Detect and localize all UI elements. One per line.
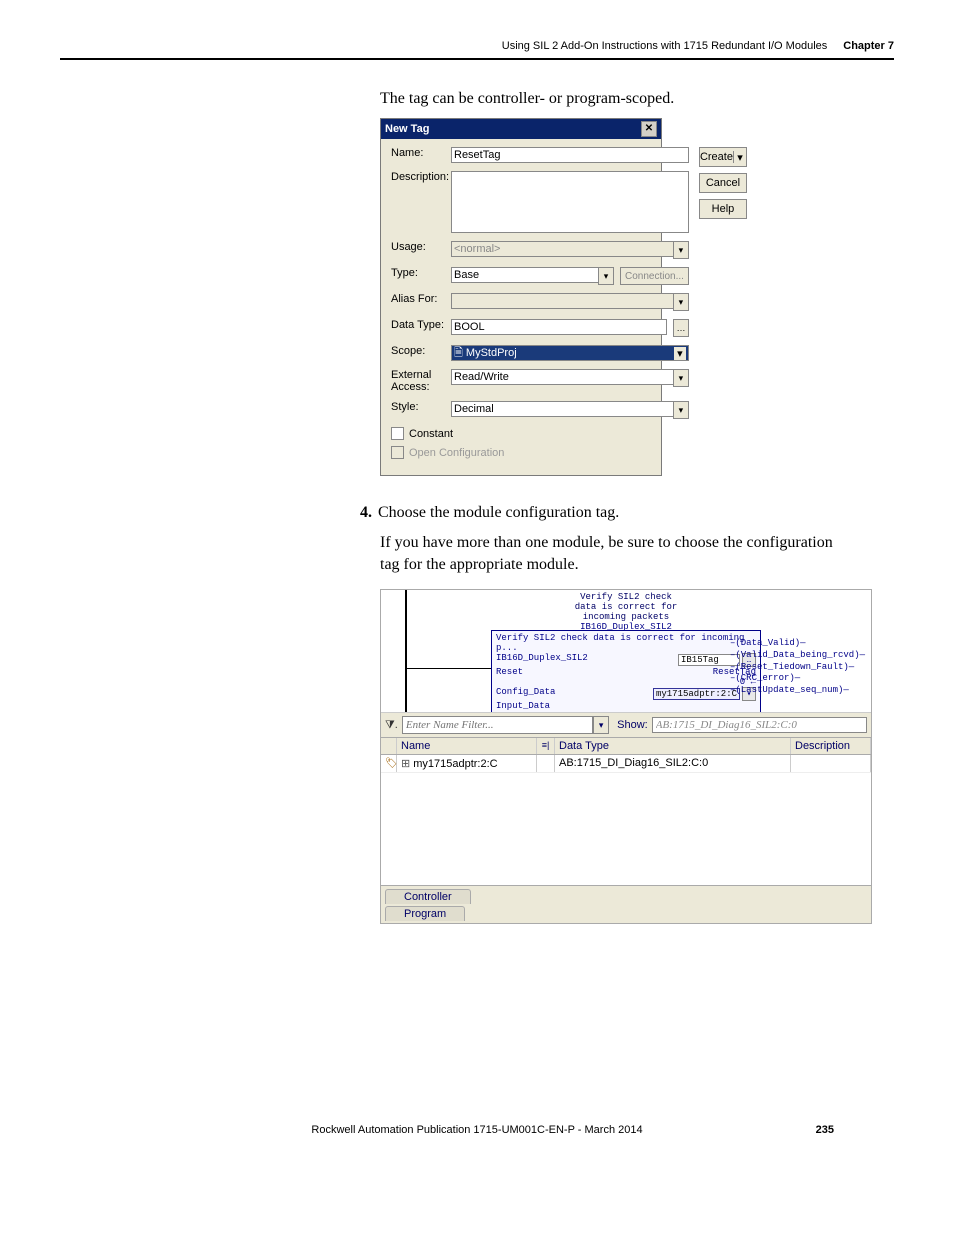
external-access-select[interactable] — [451, 369, 673, 385]
step-text: Choose the module configuration tag. — [378, 504, 619, 521]
aoi-caption: Verify SIL2 check data is correct for in… — [496, 633, 756, 653]
intro-text: The tag can be controller- or program-sc… — [380, 90, 894, 108]
aoi-output: –(LastUpdate_seq_num)— — [730, 685, 865, 697]
aoi-param-label: Input_Data — [496, 701, 550, 711]
chevron-down-icon[interactable]: ▾ — [673, 369, 689, 387]
type-select[interactable] — [451, 267, 598, 283]
ladder-tag-picker-figure: Verify SIL2 check data is correct for in… — [380, 589, 872, 924]
scope-label: Scope: — [391, 345, 445, 357]
connection-button: Connection... — [620, 267, 689, 285]
aoi-output: –(CRC_error)— — [730, 673, 865, 685]
dialog-title: New Tag — [385, 123, 429, 135]
tab-program[interactable]: Program — [385, 906, 465, 921]
table-row[interactable]: 🏷 ⊞my1715adptr:2:C AB:1715_DI_Diag16_SIL… — [381, 755, 871, 773]
row-name: my1715adptr:2:C — [413, 758, 497, 770]
chevron-down-icon[interactable]: ▾ — [734, 151, 746, 164]
step-4: 4. Choose the module configuration tag. — [360, 504, 894, 522]
chevron-down-icon: ▾ — [673, 293, 689, 311]
open-config-checkbox: Open Configuration — [391, 446, 689, 459]
name-filter-input[interactable] — [402, 716, 593, 734]
datatype-browse-button[interactable]: … — [673, 319, 689, 337]
style-select[interactable] — [451, 401, 673, 417]
aoi-param-label: IB16D_Duplex_SIL2 — [496, 653, 588, 667]
alias-select — [451, 293, 673, 309]
usage-label: Usage: — [391, 241, 445, 253]
step-4-subtext: If you have more than one module, be sur… — [380, 532, 854, 575]
chevron-down-icon[interactable]: ▾ — [673, 401, 689, 419]
filter-icon[interactable]: ⧩. — [385, 719, 398, 732]
col-description[interactable]: Description — [791, 738, 871, 754]
constant-label: Constant — [409, 428, 453, 440]
col-datatype[interactable]: Data Type — [555, 738, 791, 754]
tag-grid-header: Name ≡| Data Type Description — [381, 738, 871, 755]
aoi-outputs: –(Data_Valid)— –(Valid_Data_being_rcvd)—… — [730, 638, 865, 696]
create-label: Create — [700, 151, 734, 163]
dialog-titlebar: New Tag ✕ — [381, 119, 661, 139]
close-icon[interactable]: ✕ — [641, 121, 657, 137]
tag-grid-body[interactable]: 🏷 ⊞my1715adptr:2:C AB:1715_DI_Diag16_SIL… — [381, 755, 871, 885]
expand-icon[interactable]: ⊞ — [401, 758, 410, 770]
tag-filter-bar: ⧩. ▾ Show: — [381, 713, 871, 738]
ladder-rung: Verify SIL2 check data is correct for in… — [381, 590, 871, 713]
description-input[interactable] — [451, 171, 689, 233]
aoi-output: –(Reset_Tiedown_Fault)— — [730, 662, 865, 674]
chevron-down-icon[interactable]: ▾ — [674, 347, 686, 360]
chevron-down-icon: ▾ — [673, 241, 689, 259]
alias-label: Alias For: — [391, 293, 445, 305]
aoi-title: IB16D_Duplex_SIL2 — [381, 622, 871, 632]
aoi-output: –(Data_Valid)— — [730, 638, 865, 650]
show-label: Show: — [617, 719, 648, 731]
sort-icon[interactable]: ≡| — [537, 738, 555, 754]
usage-select — [451, 241, 673, 257]
show-filter-input[interactable] — [652, 717, 867, 733]
chevron-down-icon[interactable]: ▾ — [593, 716, 609, 734]
checkbox-icon — [391, 446, 404, 459]
chevron-down-icon[interactable]: ▾ — [598, 267, 614, 285]
rung-desc-line: Verify SIL2 check — [580, 592, 672, 602]
description-label: Description: — [391, 171, 445, 183]
tab-controller[interactable]: Controller — [385, 889, 471, 904]
style-label: Style: — [391, 401, 445, 413]
page-footer: Rockwell Automation Publication 1715-UM0… — [60, 1124, 894, 1136]
scope-select[interactable]: 🗎 MyStdProj ▾ — [451, 345, 689, 361]
chapter-label: Chapter 7 — [843, 40, 894, 52]
external-access-label: External Access: — [391, 369, 445, 393]
datatype-label: Data Type: — [391, 319, 445, 331]
row-datatype: AB:1715_DI_Diag16_SIL2:C:0 — [555, 755, 791, 772]
constant-checkbox[interactable]: Constant — [391, 427, 689, 440]
new-tag-dialog: New Tag ✕ Name: Description: Usage: ▾ — [380, 118, 662, 476]
aoi-param-label: Config_Data — [496, 687, 555, 701]
scope-tabbar: Controller Program — [381, 885, 871, 923]
name-input[interactable] — [451, 147, 689, 163]
checkbox-icon[interactable] — [391, 427, 404, 440]
rung-description: Verify SIL2 check data is correct for in… — [381, 592, 871, 622]
publication-info: Rockwell Automation Publication 1715-UM0… — [311, 1124, 642, 1136]
help-button[interactable]: Help — [699, 199, 747, 219]
col-name[interactable]: Name — [397, 738, 537, 754]
chapter-title: Using SIL 2 Add-On Instructions with 171… — [502, 40, 828, 52]
name-label: Name: — [391, 147, 445, 159]
scope-value: 🗎 MyStdProj — [454, 344, 517, 363]
tag-icon: 🏷 — [385, 758, 398, 769]
open-config-label: Open Configuration — [409, 447, 504, 459]
step-number: 4. — [360, 504, 372, 521]
datatype-input[interactable] — [451, 319, 667, 335]
type-label: Type: — [391, 267, 445, 279]
page-number: 235 — [816, 1124, 834, 1136]
aoi-param-label: Reset — [496, 667, 523, 677]
aoi-output: –(Valid_Data_being_rcvd)— — [730, 650, 865, 662]
rung-desc-line: data is correct for — [575, 602, 678, 612]
aoi-config-data-value[interactable]: my1715adptr:2:C — [653, 688, 740, 700]
page-header: Using SIL 2 Add-On Instructions with 171… — [60, 40, 894, 60]
rung-desc-line: incoming packets — [583, 612, 669, 622]
create-button[interactable]: Create ▾ — [699, 147, 747, 167]
cancel-button[interactable]: Cancel — [699, 173, 747, 193]
